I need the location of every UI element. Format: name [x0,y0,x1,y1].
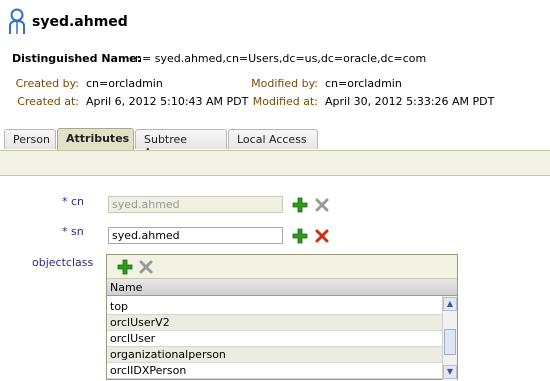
tab-bar: Person Attributes Subtree Access Local A… [0,128,550,159]
created-at-value: April 6, 2012 5:10:43 AM PDT [86,95,249,108]
add-sn-icon[interactable] [292,228,308,244]
objectclass-label: objectclass [32,256,94,269]
required-marker: * [62,195,68,208]
tab-person[interactable]: Person [4,129,56,149]
modified-by-label: Modified by: [251,77,318,90]
objectclass-toolbar [107,255,457,279]
vertical-scrollbar[interactable]: ▲ ▼ [442,296,457,380]
dn-label: Distinguished Name: [12,52,142,65]
delete-cn-icon [315,198,329,212]
tab-local-access[interactable]: Local Access [228,129,318,149]
table-row[interactable]: top [107,299,443,315]
tab-subtree-access[interactable]: Subtree Access [135,129,227,159]
modified-by-value: cn=orcladmin [325,77,402,90]
user-icon [9,8,25,34]
column-header-name[interactable]: Name [107,279,457,296]
sn-label-text: sn [71,225,84,238]
attributes-toolbar [0,151,550,176]
tab-attributes[interactable]: Attributes [57,128,134,150]
scrollbar-thumb[interactable] [444,329,456,355]
dn-value: cn= syed.ahmed,cn=Users,dc=us,dc=oracle,… [129,52,427,65]
created-by-label: Created by: [15,77,79,90]
sn-field[interactable] [108,227,283,244]
scroll-up-icon[interactable]: ▲ [443,297,457,311]
cn-label-text: cn [71,195,85,208]
cn-label: * cn [62,195,84,208]
table-row[interactable]: orclIDXPerson [107,363,443,379]
page-title: syed.ahmed [32,14,128,30]
table-row[interactable]: organizationalperson [107,347,443,363]
objectclass-table: Name top orclUserV2 orclUser organizatio… [106,254,458,380]
delete-objectclass-icon [139,260,153,274]
modified-at-value: April 30, 2012 5:33:26 AM PDT [325,95,495,108]
objectclass-rows: top orclUserV2 orclUser organizationalpe… [107,299,443,379]
required-marker: * [62,225,68,238]
sn-label: * sn [62,225,84,238]
scroll-down-icon[interactable]: ▼ [443,365,457,379]
created-by-value: cn=orcladmin [86,77,163,90]
cn-field[interactable] [108,196,283,213]
modified-at-label: Modified at: [252,95,318,108]
created-at-label: Created at: [17,95,79,108]
add-cn-icon[interactable] [292,197,308,213]
delete-sn-icon[interactable] [314,228,330,244]
table-row[interactable]: orclUserV2 [107,315,443,331]
add-objectclass-icon[interactable] [117,259,133,275]
table-row[interactable]: orclUser [107,331,443,347]
